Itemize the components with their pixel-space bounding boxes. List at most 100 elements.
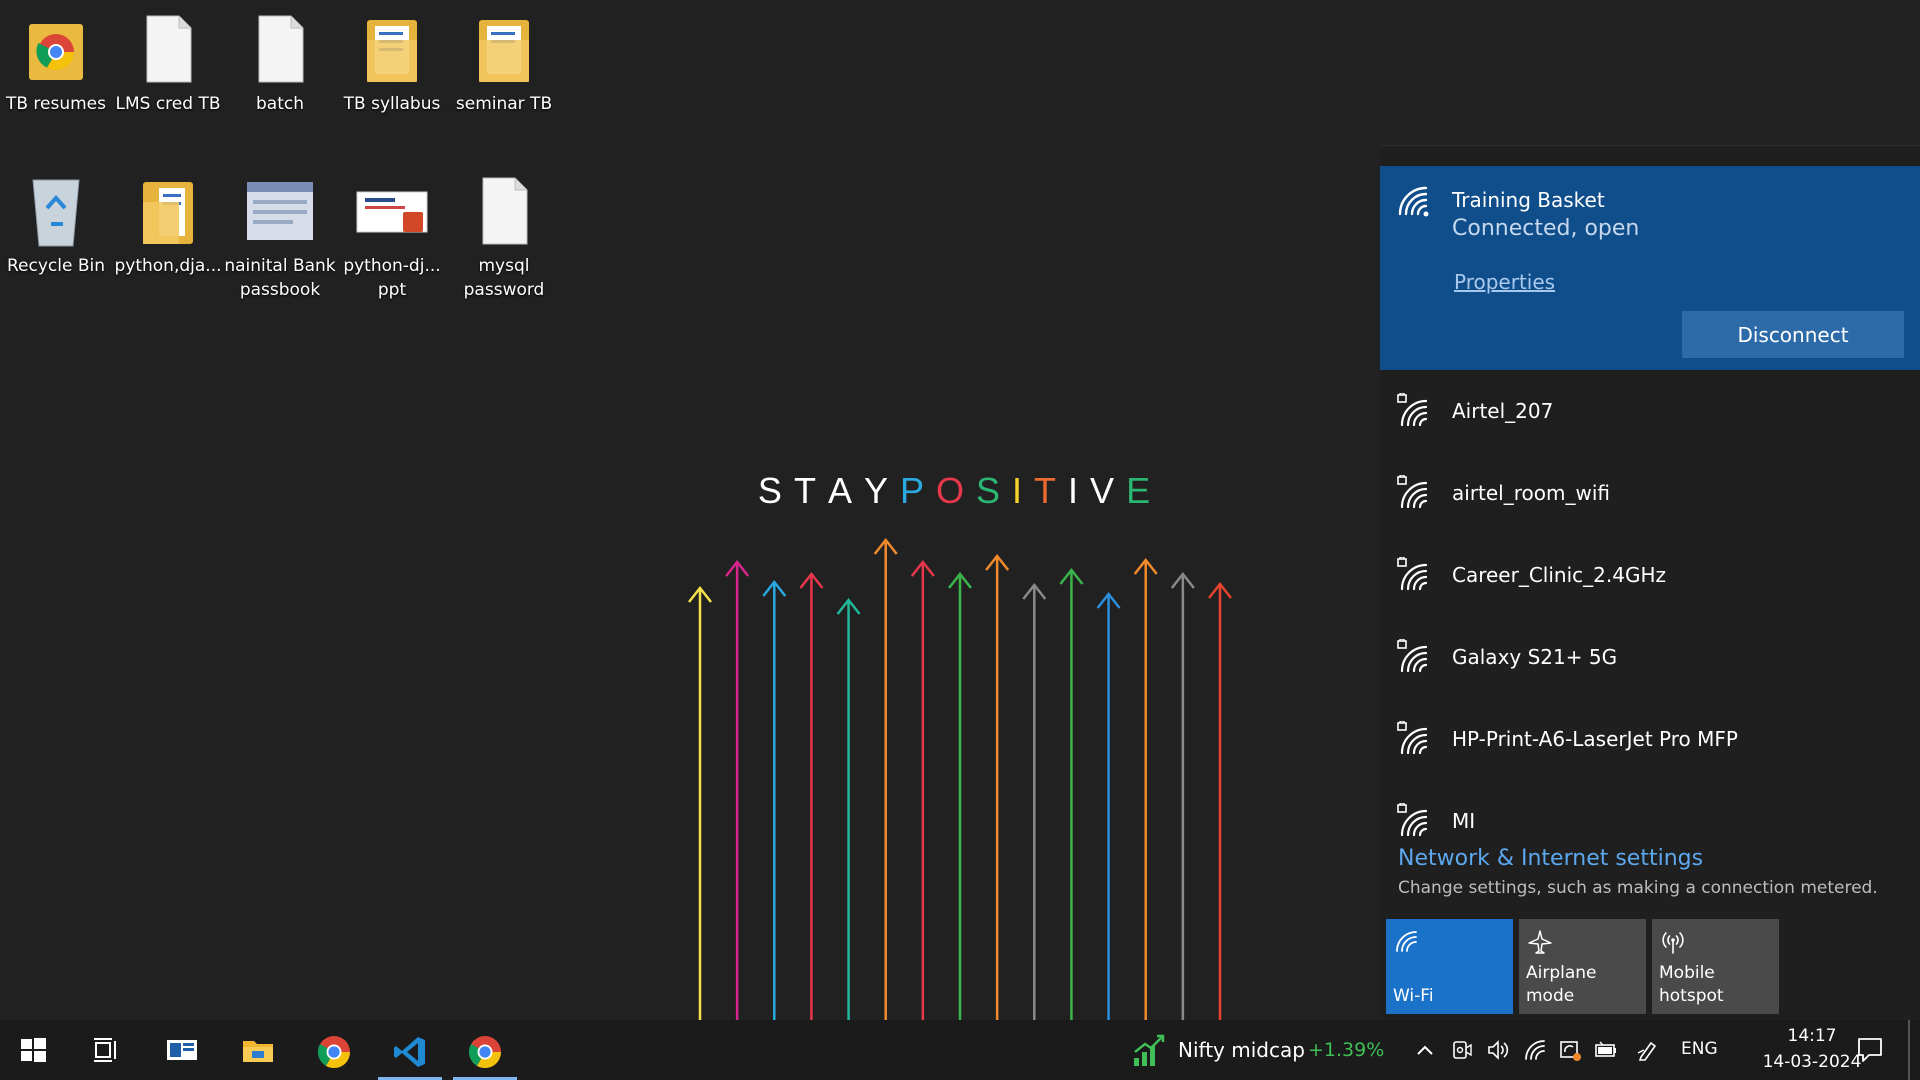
mobile-hotspot-button[interactable]: Mobile hotspot: [1652, 919, 1779, 1014]
disconnect-button[interactable]: Disconnect: [1682, 311, 1904, 358]
desktop-icon-label: seminar TB: [455, 94, 553, 114]
network-name: MI: [1452, 809, 1476, 833]
start-button[interactable]: [3, 1020, 67, 1080]
desktop-icon-lms-cred-tb[interactable]: LMS cred TB: [112, 10, 224, 116]
desktop-icon-tb-syllabus[interactable]: TB syllabus: [336, 10, 448, 116]
desktop-icon-label: mysql password: [463, 256, 545, 300]
wallpaper-letter: S: [976, 470, 1013, 511]
wifi-icon[interactable]: [1523, 1038, 1547, 1062]
file-explorer-button[interactable]: [226, 1020, 290, 1080]
chrome-icon: [317, 1036, 351, 1069]
quick-action-label: Airplane mode: [1526, 963, 1597, 1006]
text-document-icon: [258, 15, 304, 83]
desktop-icon-label: TB resumes: [5, 94, 107, 114]
wallpaper-letter: Y: [863, 470, 900, 511]
network-item[interactable]: airtel_room_wifi: [1380, 453, 1920, 535]
folder-icon: [479, 20, 529, 82]
airplane-mode-button[interactable]: Airplane mode: [1519, 919, 1646, 1014]
wallpaper: STAYPOSITIVE: [650, 470, 1270, 1020]
wallpaper-arrow: [910, 559, 935, 1020]
wallpaper-slogan: STAYPOSITIVE: [650, 470, 1270, 512]
network-name: Career_Clinic_2.4GHz: [1452, 563, 1666, 587]
file-explorer-icon: [243, 1041, 273, 1062]
desktop-icon-label: python,dja...: [114, 256, 222, 276]
widgets-button[interactable]: [150, 1020, 214, 1080]
folder-icon: [367, 20, 417, 82]
wifi-signal-icon: [1398, 186, 1429, 217]
wallpaper-letter: T: [793, 470, 828, 511]
secured-wifi-icon: [1397, 557, 1428, 591]
network-item[interactable]: Career_Clinic_2.4GHz: [1380, 535, 1920, 617]
desktop-icon-nainital-bank-passbook[interactable]: nainital Bank passbook: [224, 172, 336, 302]
secured-wifi-icon: [1397, 393, 1428, 427]
desktop-icon-label: LMS cred TB: [115, 94, 221, 114]
task-view-icon: [94, 1038, 116, 1062]
desktop-icon-seminar-tb[interactable]: seminar TB: [448, 10, 560, 116]
wallpaper-arrow: [1133, 557, 1158, 1020]
wallpaper-arrow: [1096, 591, 1121, 1020]
wallpaper-arrow: [948, 571, 972, 1020]
wifi-toggle-button[interactable]: Wi-Fi: [1386, 919, 1513, 1014]
vscode-taskbar-button[interactable]: [378, 1020, 442, 1080]
notification-center-icon[interactable]: [1855, 1035, 1885, 1065]
hotspot-icon: [1662, 932, 1684, 954]
desktop-icon-python-django-ppt[interactable]: python-dj... ppt: [336, 172, 448, 302]
desktop-icon-label: TB syllabus: [343, 94, 441, 114]
wallpaper-arrow: [799, 571, 824, 1020]
network-name: Airtel_207: [1452, 399, 1554, 423]
desktop-icon-label: nainital Bank passbook: [224, 256, 336, 300]
vscode-icon: [394, 1037, 425, 1067]
chrome-icon: [468, 1036, 502, 1069]
network-item[interactable]: HP-Print-A6-LaserJet Pro MFP: [1380, 699, 1920, 781]
desktop-icon-mysql-password[interactable]: mysql password: [448, 172, 560, 302]
network-item[interactable]: Galaxy S21+ 5G: [1380, 617, 1920, 699]
wallpaper-arrow: [1022, 582, 1047, 1020]
security-icon[interactable]: [1558, 1038, 1582, 1062]
chrome-taskbar-button[interactable]: [302, 1020, 366, 1080]
powerpoint-file-icon: [356, 191, 428, 233]
connected-network-name: Training Basket: [1452, 188, 1605, 212]
connected-network[interactable]: Training Basket Connected, open Properti…: [1380, 166, 1920, 370]
widgets-news-icon: [167, 1040, 197, 1060]
wifi-icon: [1396, 931, 1417, 952]
secured-wifi-icon: [1397, 475, 1428, 509]
wallpaper-letter: O: [935, 470, 976, 511]
show-desktop-button[interactable]: [1908, 1020, 1910, 1080]
wifi-flyout: Training Basket Connected, open Properti…: [1380, 145, 1920, 1019]
desktop-icon-label: Recycle Bin: [6, 256, 105, 276]
clock-time[interactable]: 14:17: [1762, 1026, 1862, 1046]
meet-now-icon[interactable]: [1450, 1038, 1474, 1062]
volume-icon[interactable]: [1486, 1038, 1510, 1062]
wallpaper-letter: T: [1034, 470, 1069, 511]
chrome-active-taskbar-button[interactable]: [453, 1020, 517, 1080]
network-item[interactable]: Airtel_207: [1380, 371, 1920, 453]
connected-network-status: Connected, open: [1452, 216, 1640, 241]
network-settings-description: Change settings, such as making a connec…: [1398, 878, 1878, 898]
desktop-icon-recycle-bin[interactable]: Recycle Bin: [0, 172, 112, 278]
network-name: airtel_room_wifi: [1452, 481, 1610, 505]
desktop-icon-tb-resumes[interactable]: TB resumes: [0, 10, 112, 116]
pen-icon[interactable]: [1636, 1038, 1660, 1062]
wallpaper-arrow: [873, 537, 898, 1020]
secured-wifi-icon: [1397, 803, 1428, 837]
airplane-icon: [1528, 930, 1552, 954]
properties-link[interactable]: Properties: [1454, 270, 1555, 294]
text-document-icon: [482, 177, 528, 245]
wallpaper-letter: I: [1068, 470, 1091, 511]
desktop-icon-python-django[interactable]: python,dja...: [112, 172, 224, 278]
chevron-up-icon[interactable]: [1413, 1038, 1437, 1062]
desktop-icon-batch[interactable]: batch: [224, 10, 336, 116]
quick-action-label: Wi-Fi: [1393, 986, 1434, 1006]
folder-icon: [143, 182, 193, 244]
image-file-icon: [247, 182, 313, 240]
task-view-button[interactable]: [76, 1020, 140, 1080]
wallpaper-arrow: [688, 585, 712, 1020]
wallpaper-arrow: [725, 559, 750, 1020]
wallpaper-letter: V: [1090, 470, 1127, 511]
taskbar: Nifty midcap +1.39% ENG 14:17 14-03-2024: [0, 1020, 1920, 1080]
battery-icon[interactable]: [1594, 1038, 1618, 1062]
network-name: HP-Print-A6-LaserJet Pro MFP: [1452, 727, 1738, 751]
wallpaper-letter: E: [1126, 470, 1163, 511]
network-settings-link[interactable]: Network & Internet settings: [1398, 846, 1703, 871]
language-indicator[interactable]: ENG: [1681, 1039, 1718, 1059]
